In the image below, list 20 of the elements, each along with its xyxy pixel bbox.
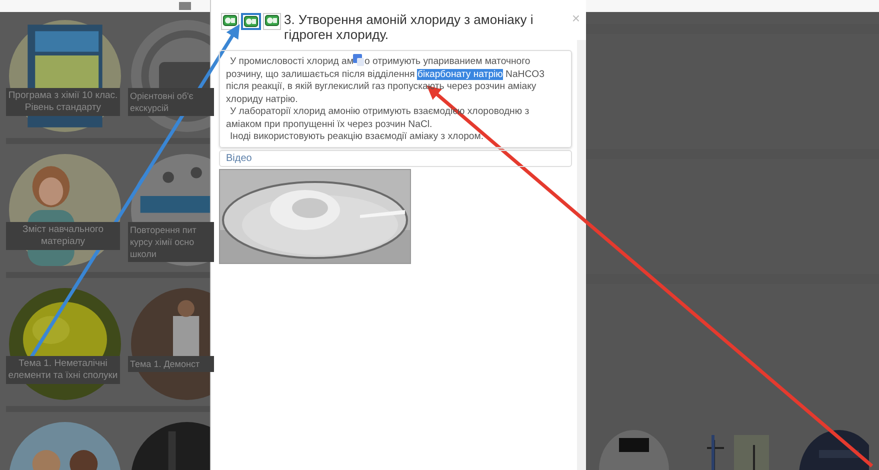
scrollbar[interactable]	[577, 40, 586, 470]
tile-caption[interactable]: Орієнтовні об'є екскурсій	[128, 88, 214, 116]
translate-icon[interactable]	[353, 54, 364, 66]
flash-button[interactable]	[241, 13, 261, 30]
close-button[interactable]: ×	[570, 10, 582, 26]
tile-caption[interactable]: Програма з хімії 10 клас. Рівень стандарту	[6, 88, 120, 116]
video-tab[interactable]: Відео	[219, 150, 572, 166]
tile-caption[interactable]: Зміст навчального матеріалу	[6, 222, 120, 250]
flash-icon	[244, 16, 258, 27]
flash-button[interactable]	[263, 13, 281, 30]
flash-button[interactable]	[221, 13, 239, 30]
flash-icon	[265, 15, 279, 26]
paragraph: Іноді використовують реакцію взаємодії аміаку з хлором.	[229, 131, 485, 144]
tile-caption[interactable]: Повторення пит курсу хімії осно школи	[128, 222, 214, 262]
tile-caption[interactable]: Тема 1. Демонст	[128, 356, 214, 372]
flash-icon	[223, 15, 237, 26]
paragraph: У промисловості хлорид ам о отримують упариванием маточного розчину, що залишається після відділення бікарбонату натрію NaHCO3 після реакції, в якій вуглекислий газ пропускають через розчин аміаку хлориду натрію.	[226, 54, 546, 106]
toolbar-icon[interactable]	[178, 1, 192, 11]
tile-caption[interactable]: Тема 1. Неметалічні елементи та їхні сполуки	[6, 356, 120, 384]
modal-title: 3. Утворення амоній хлориду з амоніаку і гідроген хлориду.	[284, 12, 534, 42]
